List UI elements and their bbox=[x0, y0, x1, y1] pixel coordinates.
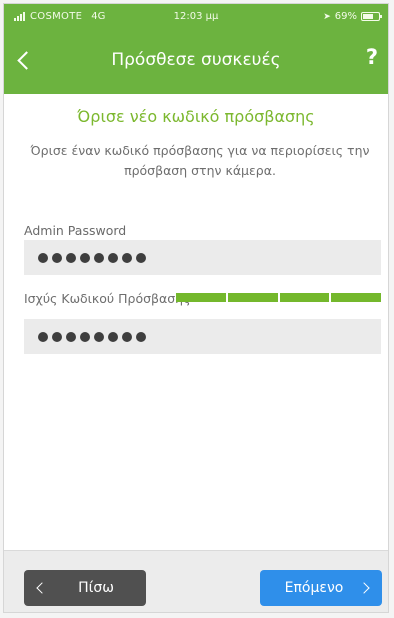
bottom-bar: Πίσω Επόμενο bbox=[4, 550, 388, 612]
help-button[interactable]: ? bbox=[366, 45, 378, 69]
section-heading: Όρισε νέο κωδικό πρόσβασης bbox=[77, 107, 315, 126]
strength-segment bbox=[176, 293, 226, 302]
back-button[interactable]: Πίσω bbox=[24, 570, 146, 606]
password-dot bbox=[66, 252, 76, 263]
nav-back-button[interactable] bbox=[8, 38, 48, 82]
password-dot bbox=[38, 331, 48, 342]
status-bar: COSMOTE 4G 12:03 μμ ➤ 69% bbox=[4, 4, 388, 30]
confirm-password-field[interactable] bbox=[24, 319, 381, 354]
strength-segment bbox=[331, 293, 381, 302]
location-arrow-icon: ➤ bbox=[323, 11, 331, 22]
password-dot bbox=[136, 331, 146, 342]
password-dot bbox=[94, 252, 104, 263]
strength-segment bbox=[227, 293, 278, 302]
navigation-bar: Πρόσθεσε συσκευές ? bbox=[4, 38, 388, 82]
password-strength-label: Ισχύς Κωδικού Πρόσβασης bbox=[24, 291, 191, 306]
page-title: Πρόσθεσε συσκευές bbox=[111, 50, 281, 70]
password-dot bbox=[108, 331, 118, 342]
battery-percent: 69% bbox=[334, 11, 357, 22]
chevron-left-icon bbox=[17, 51, 36, 70]
password-dot bbox=[66, 331, 76, 342]
password-dot bbox=[136, 252, 146, 263]
next-button[interactable]: Επόμενο bbox=[260, 570, 382, 606]
confirm-password-mask bbox=[38, 331, 146, 342]
status-right: ➤ 69% bbox=[323, 11, 382, 22]
password-dot bbox=[122, 252, 132, 263]
password-strength-meter bbox=[176, 293, 381, 302]
admin-password-label: Admin Password bbox=[24, 223, 127, 238]
password-dot bbox=[52, 331, 62, 342]
password-mask bbox=[38, 252, 146, 263]
password-dot bbox=[122, 331, 132, 342]
header: COSMOTE 4G 12:03 μμ ➤ 69% Πρόσθεσε συσκε… bbox=[4, 4, 388, 94]
back-button-label: Πίσω bbox=[78, 580, 114, 596]
password-dot bbox=[94, 331, 104, 342]
password-dot bbox=[80, 252, 90, 263]
password-dot bbox=[80, 331, 90, 342]
strength-segment bbox=[279, 293, 330, 302]
password-dot bbox=[108, 252, 118, 263]
battery-icon bbox=[361, 12, 382, 21]
password-dot bbox=[52, 252, 62, 263]
password-dot bbox=[38, 252, 48, 263]
section-description: Όρισε έναν κωδικό πρόσβασης για να περιο… bbox=[30, 143, 370, 178]
app-screen: COSMOTE 4G 12:03 μμ ➤ 69% Πρόσθεσε συσκε… bbox=[3, 3, 389, 613]
admin-password-field[interactable] bbox=[24, 240, 381, 275]
